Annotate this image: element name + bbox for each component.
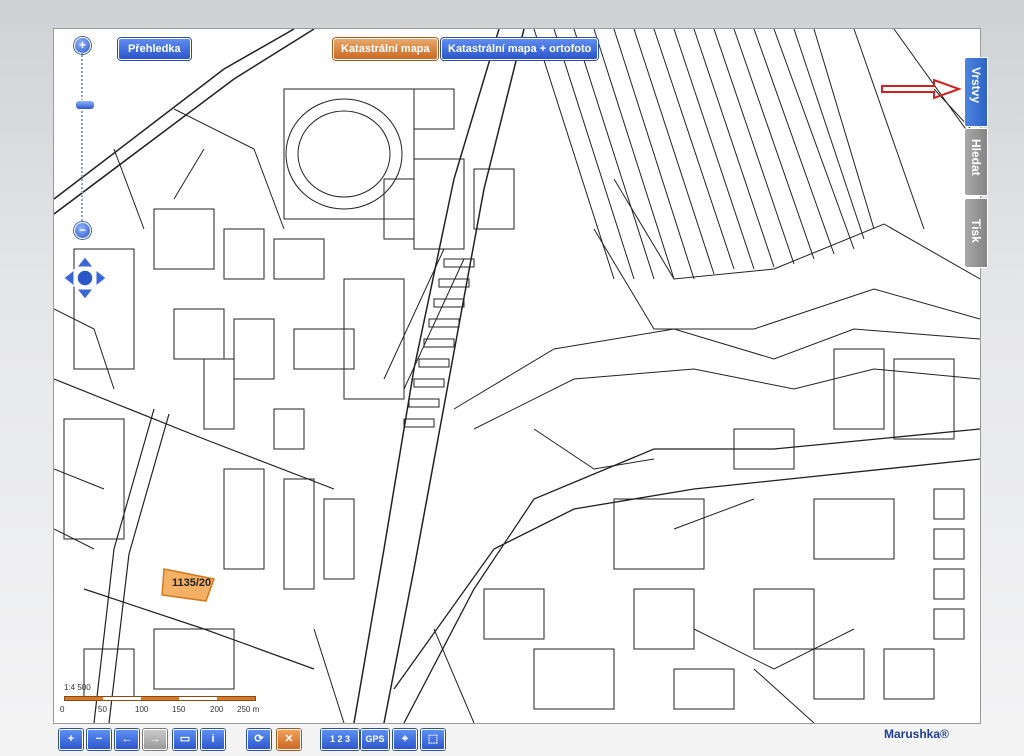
cadastral-map-button[interactable]: Katastrální mapa — [333, 38, 438, 60]
pan-center-icon — [76, 269, 94, 287]
tab-hledat-label: Hledat — [969, 139, 983, 176]
pan-down-icon — [75, 288, 95, 300]
tab-hledat[interactable]: Hledat — [964, 128, 988, 196]
zoom-box-button[interactable]: ▭ — [173, 729, 197, 750]
tab-tisk-label: Tisk — [969, 219, 983, 243]
pan-left-icon — [63, 268, 75, 288]
info-button[interactable]: i — [201, 729, 225, 750]
scale-tick-150: 150 — [172, 705, 186, 714]
map-viewport[interactable]: 1135/20 1:4 500 0 50 100 150 200 250 m — [53, 28, 981, 724]
scale-bar: 1:4 500 0 50 100 150 200 250 m — [60, 683, 265, 717]
overview-button[interactable]: Přehledka — [118, 38, 191, 60]
tab-vrstvy-label: Vrstvy — [969, 67, 983, 104]
cadastral-ortho-button[interactable]: Katastrální mapa + ortofoto — [441, 38, 599, 60]
brand-logo: Marushka® — [884, 727, 949, 741]
gps-button[interactable]: GPS — [361, 729, 389, 750]
refresh-button[interactable]: ⟳ — [247, 729, 271, 750]
forward-button[interactable]: → — [143, 729, 167, 750]
scale-bar-graphic — [64, 696, 256, 701]
select-button[interactable]: ⬚ — [421, 729, 445, 750]
clear-button[interactable]: ✕ — [277, 729, 301, 750]
scale-ratio: 1:4 500 — [64, 683, 91, 692]
tab-vrstvy[interactable]: Vrstvy — [964, 57, 988, 127]
zoom-out-button[interactable]: − — [87, 729, 111, 750]
scale-tick-250: 250 m — [237, 705, 260, 714]
back-button[interactable]: ← — [115, 729, 139, 750]
parcel-label: 1135/20 — [172, 577, 212, 589]
pan-up-icon — [75, 256, 95, 268]
scale-tick-50: 50 — [98, 705, 107, 714]
scale-tick-0: 0 — [60, 705, 65, 714]
zoom-slider-handle[interactable] — [75, 100, 95, 110]
tab-tisk[interactable]: Tisk — [964, 198, 988, 268]
pan-control[interactable] — [62, 255, 108, 301]
zoom-in-button[interactable]: + — [59, 729, 83, 750]
scale-tick-100: 100 — [135, 705, 149, 714]
pan-right-icon — [95, 268, 107, 288]
zoom-slider-track[interactable] — [81, 52, 85, 232]
measure-button[interactable]: 1 2 3 — [321, 729, 359, 750]
cadastral-map-drawing — [54, 29, 980, 723]
zoom-out-icon[interactable]: − — [74, 222, 91, 239]
scale-tick-200: 200 — [210, 705, 224, 714]
locate-button[interactable]: ⌖ — [393, 729, 417, 750]
annotation-arrow — [881, 78, 962, 100]
